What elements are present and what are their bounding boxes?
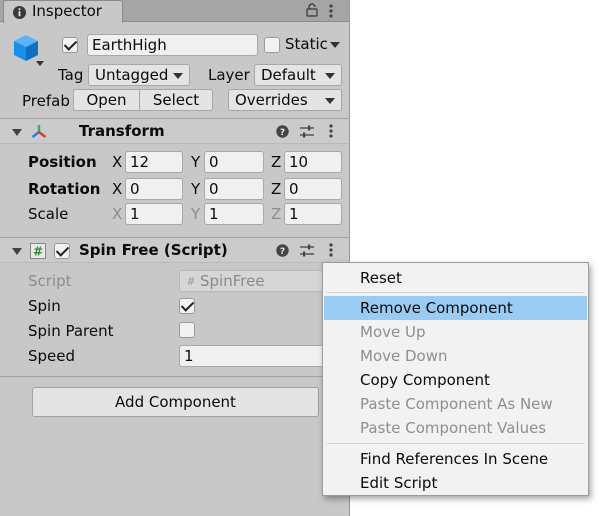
script-reference-field: # SpinFree — [179, 270, 329, 292]
menu-item-move-down[interactable]: Move Down — [324, 344, 587, 368]
layer-value: Default — [261, 66, 316, 84]
menu-separator — [327, 443, 584, 444]
prefab-select-button[interactable]: Select — [139, 89, 213, 111]
prefab-label: Prefab — [22, 92, 70, 110]
axis-x-label[interactable]: X — [112, 179, 122, 199]
axis-z-label[interactable]: Z — [271, 152, 281, 172]
foldout-arrow-icon[interactable] — [12, 129, 22, 136]
position-y-field[interactable]: 0 — [204, 151, 264, 173]
axis-x-label[interactable]: X — [112, 152, 122, 172]
gameobject-active-checkbox[interactable] — [62, 37, 78, 53]
menu-item-move-up[interactable]: Move Up — [324, 320, 587, 344]
rotation-x-field[interactable]: 0 — [125, 178, 183, 200]
component-enabled-checkbox[interactable] — [54, 243, 70, 259]
inspector-window: Inspector EarthHigh Static Tag Untagged … — [0, 0, 350, 516]
static-label[interactable]: Static — [285, 34, 328, 54]
axis-z-label[interactable]: Z — [271, 179, 281, 199]
position-x-field[interactable]: 12 — [125, 151, 183, 173]
tab-bar: Inspector — [0, 0, 349, 23]
menu-item-find-references[interactable]: Find References In Scene — [324, 447, 587, 471]
spin-checkbox[interactable] — [179, 298, 195, 314]
spin-parent-checkbox[interactable] — [179, 322, 195, 338]
chevron-down-icon — [325, 98, 335, 104]
script-label: Script — [28, 272, 72, 290]
prefab-overrides-dropdown[interactable]: Overrides — [228, 89, 342, 111]
svg-text:#: # — [186, 275, 195, 288]
menu-item-copy-component[interactable]: Copy Component — [324, 368, 587, 392]
section-divider — [0, 376, 349, 377]
rotation-label: Rotation — [28, 180, 101, 198]
svg-text:#: # — [33, 245, 43, 259]
script-value: SpinFree — [200, 272, 265, 290]
foldout-arrow-icon[interactable] — [12, 248, 22, 255]
scale-label: Scale — [28, 205, 69, 223]
menu-item-paste-component-as-new[interactable]: Paste Component As New — [324, 392, 587, 416]
overrides-label: Overrides — [235, 91, 308, 109]
spin-free-title: Spin Free (Script) — [79, 241, 228, 259]
rotation-y-field[interactable]: 0 — [204, 178, 264, 200]
scale-y-field[interactable]: 1 — [204, 203, 264, 225]
gameobject-cube-icon[interactable] — [12, 33, 46, 69]
script-hash-icon: # — [30, 243, 46, 259]
position-label: Position — [28, 153, 97, 171]
help-icon[interactable]: ? — [276, 125, 289, 138]
axis-z-label[interactable]: Z — [271, 204, 281, 224]
static-checkbox[interactable] — [264, 37, 280, 53]
preset-sliders-icon[interactable] — [300, 125, 314, 138]
kebab-menu-icon[interactable] — [328, 242, 334, 258]
tag-dropdown[interactable]: Untagged — [88, 64, 190, 86]
add-component-button[interactable]: Add Component — [32, 387, 319, 417]
help-icon[interactable]: ? — [276, 244, 289, 257]
scale-z-field[interactable]: 1 — [284, 203, 342, 225]
svg-text:?: ? — [280, 128, 285, 138]
spin-label: Spin — [28, 297, 61, 315]
script-hash-icon: # — [185, 274, 197, 288]
spin-parent-label: Spin Parent — [28, 322, 114, 340]
speed-field[interactable]: 1 — [179, 345, 329, 367]
layer-label: Layer — [208, 66, 250, 84]
tab-inspector[interactable]: Inspector — [3, 0, 123, 23]
menu-item-paste-component-values[interactable]: Paste Component Values — [324, 416, 587, 440]
speed-label: Speed — [28, 347, 76, 365]
position-z-field[interactable]: 10 — [284, 151, 342, 173]
menu-item-reset[interactable]: Reset — [324, 266, 587, 290]
spin-free-header[interactable]: # Spin Free (Script) ? — [0, 237, 349, 263]
info-icon — [12, 5, 27, 20]
axis-x-label[interactable]: X — [112, 204, 122, 224]
menu-separator — [327, 292, 584, 293]
kebab-menu-icon[interactable] — [328, 123, 334, 139]
tab-title: Inspector — [32, 2, 102, 20]
scale-x-field[interactable]: 1 — [125, 203, 183, 225]
chevron-down-icon — [173, 73, 183, 79]
component-context-menu: Reset Remove Component Move Up Move Down… — [322, 262, 589, 496]
layer-dropdown[interactable]: Default — [254, 64, 342, 86]
kebab-menu-icon[interactable] — [328, 3, 334, 19]
transform-axes-icon — [30, 123, 48, 141]
tag-label: Tag — [58, 66, 84, 84]
svg-text:?: ? — [280, 247, 285, 257]
tag-value: Untagged — [95, 66, 169, 84]
chevron-down-icon — [325, 73, 335, 79]
rotation-z-field[interactable]: 0 — [284, 178, 342, 200]
axis-y-label[interactable]: Y — [191, 179, 200, 199]
lock-icon[interactable] — [306, 3, 318, 17]
menu-item-remove-component[interactable]: Remove Component — [324, 296, 587, 320]
transform-header[interactable]: Transform ? — [0, 118, 349, 144]
menu-item-edit-script[interactable]: Edit Script — [324, 471, 587, 495]
static-dropdown-caret[interactable] — [330, 42, 340, 48]
gameobject-name-field[interactable]: EarthHigh — [87, 34, 258, 56]
preset-sliders-icon[interactable] — [300, 244, 314, 257]
prefab-open-button[interactable]: Open — [73, 89, 140, 111]
axis-y-label[interactable]: Y — [191, 152, 200, 172]
axis-y-label[interactable]: Y — [191, 204, 200, 224]
transform-title: Transform — [79, 122, 165, 140]
